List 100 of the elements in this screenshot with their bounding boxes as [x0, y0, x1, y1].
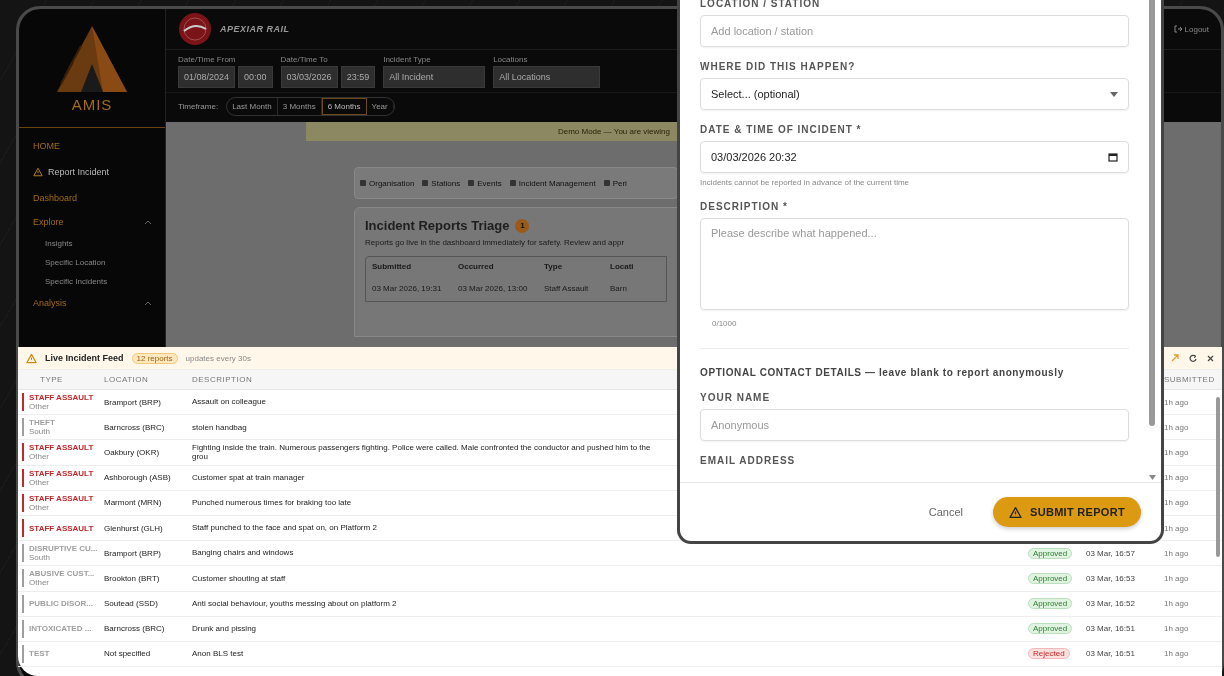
description-cell: Banging chairs and windows [192, 548, 294, 558]
dropdown-caret-icon [1110, 91, 1118, 97]
nav-subitem[interactable]: Specific Incidents [19, 272, 165, 291]
filter-label: Date/Time From [178, 55, 237, 64]
location-cell-text: Soutead (SSD) [104, 599, 159, 609]
demo-banner: Demo Mode — You are viewing [306, 122, 678, 141]
close-icon[interactable] [1207, 354, 1214, 362]
incident-type: PUBLIC DISOR... [29, 599, 93, 609]
status-badge: Approved [1028, 623, 1073, 635]
warning-icon [33, 167, 43, 177]
warning-icon [26, 352, 37, 364]
time-ago-cell: 1h ago [1164, 649, 1189, 659]
character-counter: 0/1000 [712, 319, 738, 328]
expand-icon[interactable] [1171, 354, 1179, 362]
incident-type: TEST [29, 649, 50, 659]
nav-item[interactable]: HOME [19, 134, 165, 158]
scroll-down-icon[interactable] [1149, 475, 1156, 480]
select-field[interactable]: All Locations [493, 66, 601, 88]
filter-label: Incident Type [383, 55, 432, 64]
tab[interactable]: Organisation [360, 178, 415, 188]
nav-label[interactable]: Analysis [33, 298, 67, 308]
submit-button[interactable]: SUBMIT REPORT [993, 497, 1141, 527]
location-cell-text: Not specified [104, 649, 152, 659]
select-field[interactable]: All Incident [383, 66, 486, 88]
nav-item[interactable]: Dashboard [19, 186, 165, 210]
location-cell-text: Ashborough (ASB) [104, 473, 172, 483]
logout-icon [1173, 25, 1182, 33]
scrollbar[interactable] [1216, 397, 1220, 557]
column-header: SUBMITTED [1164, 375, 1216, 384]
description-cell: Customer shouting at staff [192, 573, 286, 584]
timeframe-option[interactable]: Last Month [227, 98, 278, 115]
table-cell-text: 03 Mar 2026, 13:00 [458, 283, 529, 295]
refresh-note: updates every 30s [185, 353, 251, 363]
tab[interactable]: Peri [603, 178, 627, 188]
column-header: Submitted [372, 261, 413, 273]
description-cell: Punched numerous times for braking too late [192, 498, 352, 508]
time-ago-cell: 1h ago [1164, 422, 1189, 432]
field-label: LOCATION / STATION [700, 0, 822, 9]
nav-subitem[interactable]: Insights [19, 234, 165, 253]
location-cell-text: Oakbury (OKR) [104, 447, 161, 457]
description-cell: Assault on colleague [192, 397, 266, 407]
column-header: LOCATION [104, 375, 150, 384]
time-ago-cell: 1h ago [1164, 473, 1189, 483]
field-hint: Incidents cannot be reported in advance of the current time [700, 178, 910, 187]
region-label: South [29, 553, 51, 563]
tab[interactable]: Events [468, 178, 502, 188]
incident-type: STAFF ASSAULT [29, 523, 94, 533]
chevron-up-icon [145, 220, 151, 224]
count-badge: 12 reports [131, 352, 178, 364]
date-field[interactable]: 03/03/2026 [280, 66, 338, 88]
region-label: Other [29, 402, 50, 412]
nav-item[interactable]: Explore [19, 210, 165, 234]
count-badge: 1 [515, 218, 530, 233]
tab[interactable]: Stations [422, 178, 461, 188]
nav-label[interactable]: Report Incident [48, 167, 110, 177]
date-field[interactable]: 01/08/2024 [178, 66, 236, 88]
description-cell: Anon BLS test [192, 649, 244, 659]
incident-type: THEFT [29, 418, 55, 428]
tab-icon [422, 180, 429, 186]
time-field[interactable]: 23:59 [340, 66, 376, 88]
time-ago-cell: 1h ago [1164, 624, 1189, 634]
chevron-up-icon [145, 301, 151, 305]
incident-type: STAFF ASSAULT [29, 443, 94, 453]
description-cell-text: Fighting inside the train. Numerous passengers fighting. Police were called. Male confronted the conductor and pushed him to the grou [192, 442, 652, 462]
incident-type: DISRUPTIVE CU... [29, 544, 98, 554]
status-badge: Rejected [1028, 648, 1070, 660]
tab-icon [468, 180, 475, 186]
location-cell-text: Bramport (BRP) [104, 548, 162, 558]
warning-icon [1009, 505, 1023, 519]
incident-type: INTOXICATED ... [29, 624, 92, 634]
location-cell-text: Marmont (MRN) [104, 498, 163, 508]
timeframe-option[interactable]: Year [366, 98, 394, 115]
nav-item[interactable]: Report Incident [19, 158, 165, 186]
description-cell: Drunk and pissing [192, 624, 257, 634]
emblem-icon [178, 12, 212, 46]
scrollbar[interactable] [1149, 0, 1155, 426]
card-subtitle: Reports go live in the dashboard immediately for safety. Review and appr [365, 238, 626, 247]
description-cell: Staff punched to the face and spat on, on Platform 2 [192, 523, 377, 533]
datetime-field[interactable]: 03/03/2026 20:32 [700, 141, 1129, 173]
nav-label[interactable]: Explore [33, 217, 64, 227]
timeframe-option[interactable]: 6 Months [321, 98, 367, 115]
field-label: DESCRIPTION * [700, 201, 789, 212]
nav-subitem[interactable]: Specific Location [19, 253, 165, 272]
time-ago-cell: 1h ago [1164, 447, 1189, 457]
timeframe-option[interactable]: 3 Months [277, 98, 322, 115]
time-ago-cell: 1h ago [1164, 397, 1189, 407]
time-field[interactable]: 00:00 [238, 66, 273, 88]
incident-type: STAFF ASSAULT [29, 468, 94, 478]
refresh-icon[interactable] [1189, 354, 1197, 362]
tab[interactable]: Incident Management [509, 178, 596, 188]
location-cell-text: Barncross (BRC) [104, 422, 166, 432]
select-field[interactable]: Select... (optional) [700, 78, 1129, 110]
column-header: Type [544, 261, 564, 273]
nav-item[interactable]: Analysis [19, 291, 165, 315]
cancel-button[interactable]: Cancel [922, 505, 970, 519]
filter-label: Locations [493, 55, 529, 64]
calendar-icon[interactable] [1108, 152, 1118, 162]
tab-icon [360, 180, 366, 186]
time-ago-cell: 1h ago [1164, 523, 1189, 533]
logout-button[interactable]: Logout [1173, 24, 1209, 34]
